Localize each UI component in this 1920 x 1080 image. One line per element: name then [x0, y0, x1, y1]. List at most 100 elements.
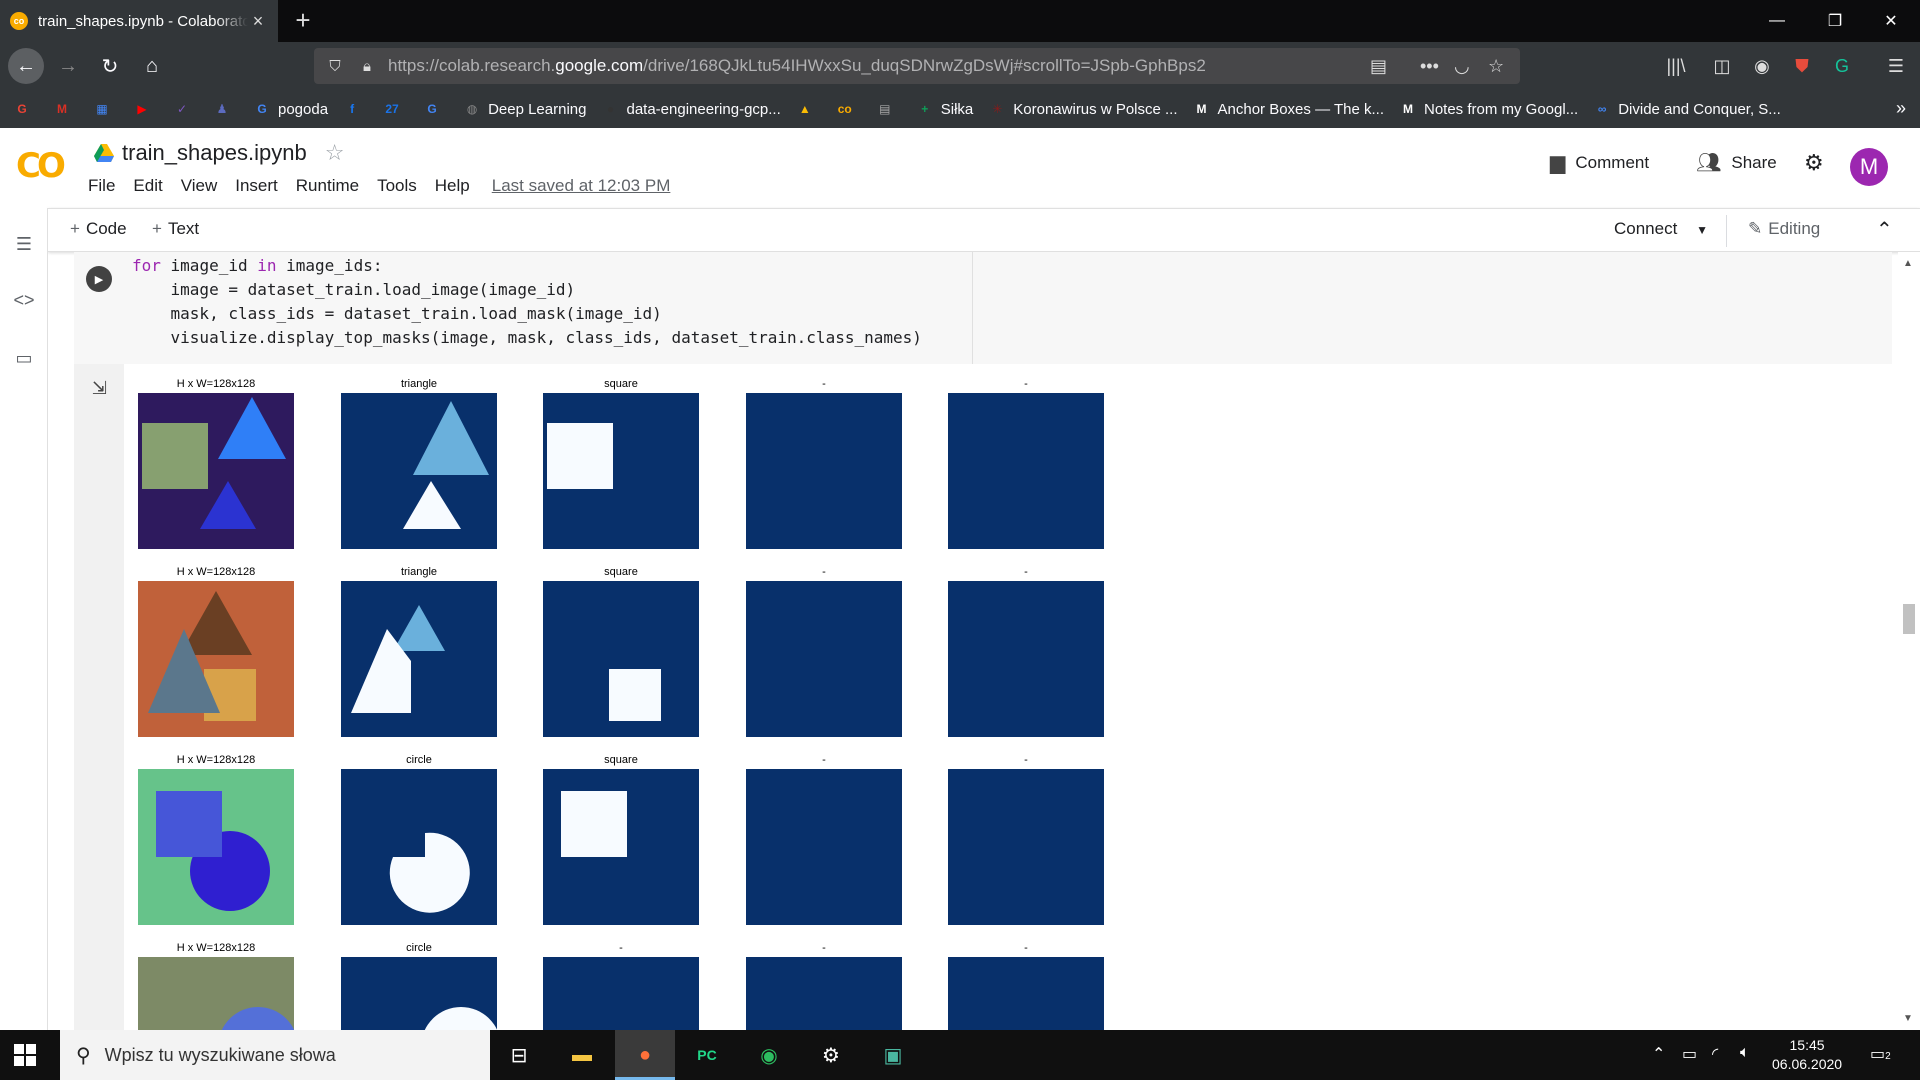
- code-cell[interactable]: ▶ for image_id in image_ids: image = dat…: [74, 252, 1892, 364]
- close-window-icon[interactable]: ✕: [1862, 0, 1920, 42]
- clear-output-icon[interactable]: ⇲: [92, 378, 107, 399]
- home-icon[interactable]: ⌂: [134, 48, 170, 84]
- code-snippets-icon[interactable]: <>: [12, 290, 36, 314]
- account-icon[interactable]: ◉: [1746, 48, 1778, 84]
- settings-gear-icon[interactable]: ⚙: [1804, 150, 1824, 176]
- scroll-down-icon[interactable]: ▼: [1903, 1013, 1913, 1024]
- vertical-scrollbar[interactable]: ▲ ▼: [1898, 252, 1920, 1030]
- calendar-27-icon: 27: [385, 102, 399, 116]
- menu-view[interactable]: View: [181, 176, 218, 196]
- add-text-button[interactable]: + Text: [152, 219, 199, 239]
- tray-expand-icon[interactable]: ⌃: [1652, 1044, 1665, 1064]
- add-code-button[interactable]: + Code: [70, 219, 127, 239]
- bookmark-item[interactable]: ▲: [795, 99, 821, 119]
- comment-label: Comment: [1575, 152, 1650, 172]
- minimize-icon[interactable]: —: [1748, 0, 1806, 42]
- bookmark-item[interactable]: 27: [382, 99, 408, 119]
- colab-logo-icon[interactable]: CO: [16, 146, 72, 186]
- bookmark-item[interactable]: ✓: [172, 99, 198, 119]
- menu-help[interactable]: Help: [435, 176, 470, 196]
- bookmark-item[interactable]: ● data-engineering-gcp...: [600, 99, 781, 119]
- file-explorer-icon[interactable]: ▬: [566, 1039, 598, 1071]
- comment-button[interactable]: ▆ Comment: [1550, 150, 1649, 175]
- menu-file[interactable]: File: [88, 176, 115, 196]
- url-text[interactable]: https://colab.research.google.com/drive/…: [388, 56, 1206, 76]
- bookmark-item[interactable]: ▶: [132, 99, 158, 119]
- figure-title: -: [1024, 942, 1028, 954]
- windows-start-icon[interactable]: [14, 1044, 36, 1066]
- menu-insert[interactable]: Insert: [235, 176, 278, 196]
- bookmark-item[interactable]: G: [422, 99, 448, 119]
- task-view-icon[interactable]: ⊟: [503, 1039, 535, 1071]
- forward-icon[interactable]: →: [50, 48, 86, 84]
- scroll-thumb[interactable]: [1903, 604, 1915, 634]
- volume-icon[interactable]: 🔈︎: [1740, 1044, 1750, 1062]
- files-folder-icon[interactable]: ▭: [12, 348, 36, 372]
- menu-edit[interactable]: Edit: [133, 176, 162, 196]
- ublock-icon[interactable]: ⛊: [1786, 48, 1818, 84]
- wifi-icon[interactable]: ◜: [1712, 1044, 1718, 1064]
- menu-tools[interactable]: Tools: [377, 176, 417, 196]
- connect-button[interactable]: Connect ▼: [1614, 219, 1708, 239]
- firefox-icon[interactable]: ●: [629, 1039, 661, 1071]
- notebook-title[interactable]: train_shapes.ipynb: [122, 140, 307, 166]
- menu-runtime[interactable]: Runtime: [296, 176, 359, 196]
- reader-view-icon[interactable]: ▤: [1370, 48, 1387, 84]
- code-editor[interactable]: for image_id in image_ids: image = datas…: [132, 254, 922, 350]
- bookmark-item[interactable]: M: [52, 99, 78, 119]
- lock-icon[interactable]: 🔒︎: [356, 58, 378, 75]
- url-bar[interactable]: ⛉ 🔒︎ https://colab.research.google.com/d…: [314, 48, 1520, 84]
- taskbar-search-box[interactable]: ⚲ Wpisz tu wyszukiwane słowa: [60, 1030, 490, 1080]
- code-line: mask, class_ids = dataset_train.load_mas…: [132, 304, 662, 323]
- bookmark-item[interactable]: Gpogoda: [252, 99, 328, 119]
- reload-icon[interactable]: ↻: [92, 48, 128, 84]
- drive-icon[interactable]: [94, 144, 114, 162]
- restore-icon[interactable]: ❐: [1806, 0, 1864, 42]
- shield-icon[interactable]: ⛉: [324, 58, 346, 75]
- bookmark-item[interactable]: + Siłka: [915, 99, 973, 119]
- close-tab-icon[interactable]: ×: [248, 11, 268, 32]
- dropdown-caret-icon[interactable]: ▼: [1696, 223, 1708, 237]
- bookmark-item[interactable]: ▤: [875, 99, 901, 119]
- last-saved-link[interactable]: Last saved at 12:03 PM: [492, 176, 671, 196]
- avatar[interactable]: M: [1850, 148, 1888, 186]
- bookmark-item[interactable]: ▦: [92, 99, 118, 119]
- bookmark-item[interactable]: ♟: [212, 99, 238, 119]
- code-text: image_id: [160, 256, 258, 275]
- evernote-icon[interactable]: ◉: [753, 1039, 785, 1071]
- new-tab-icon[interactable]: +: [288, 5, 318, 35]
- settings-icon[interactable]: ⚙: [815, 1039, 847, 1071]
- sidebar-icon[interactable]: ◫: [1706, 48, 1738, 84]
- editing-mode-button[interactable]: ✎ Editing: [1748, 219, 1820, 239]
- bookmark-item[interactable]: ◍ Deep Learning: [462, 99, 587, 119]
- app-window-icon[interactable]: ▣: [877, 1039, 909, 1071]
- pycharm-icon[interactable]: PC: [691, 1039, 723, 1071]
- run-cell-button[interactable]: ▶: [86, 266, 112, 292]
- bookmark-item[interactable]: ∞ Divide and Conquer, S...: [1592, 99, 1781, 119]
- bookmark-item[interactable]: M Notes from my Googl...: [1398, 99, 1578, 119]
- more-actions-icon[interactable]: •••: [1420, 48, 1439, 84]
- star-icon[interactable]: ☆: [325, 140, 345, 166]
- library-icon[interactable]: |||\: [1660, 48, 1692, 84]
- bookmark-item[interactable]: co: [835, 99, 861, 119]
- system-clock[interactable]: 15:45 06.06.2020: [1772, 1036, 1842, 1074]
- bookmark-item[interactable]: M Anchor Boxes — The k...: [1192, 99, 1384, 119]
- bookmark-item[interactable]: ✳ Koronawirus w Polsce ...: [987, 99, 1177, 119]
- collapse-header-icon[interactable]: ⌃: [1876, 217, 1893, 242]
- table-of-contents-icon[interactable]: ☰: [12, 234, 36, 258]
- hamburger-menu-icon[interactable]: ☰: [1880, 48, 1912, 84]
- grammarly-icon[interactable]: G: [1826, 48, 1858, 84]
- bookmark-star-icon[interactable]: ☆: [1488, 48, 1504, 84]
- share-button[interactable]: 👥︎ Share: [1696, 150, 1777, 175]
- bookmark-item[interactable]: f: [342, 99, 368, 119]
- output-gutter: ⇲: [74, 364, 124, 1030]
- notifications-icon[interactable]: ▭2: [1870, 1044, 1891, 1064]
- battery-icon[interactable]: ▭: [1682, 1044, 1697, 1064]
- colab-favicon-icon: co: [10, 12, 28, 30]
- pocket-icon[interactable]: ◡: [1454, 48, 1470, 84]
- back-icon[interactable]: ←: [8, 48, 44, 84]
- bookmarks-overflow-icon[interactable]: »: [1896, 98, 1906, 119]
- browser-tab-active[interactable]: co train_shapes.ipynb - Colaboratory ×: [0, 0, 278, 42]
- bookmark-item[interactable]: G: [12, 99, 38, 119]
- scroll-up-icon[interactable]: ▲: [1903, 258, 1913, 269]
